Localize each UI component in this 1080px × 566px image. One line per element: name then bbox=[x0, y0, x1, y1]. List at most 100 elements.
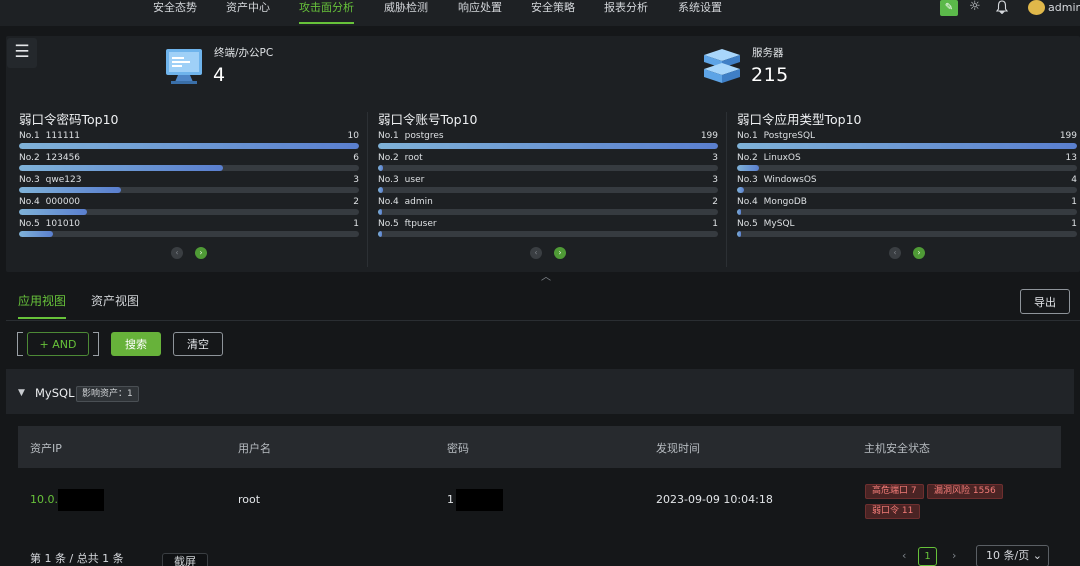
rank-label: No.2 LinuxOS bbox=[737, 152, 801, 164]
rank-count: 3 bbox=[353, 175, 359, 185]
screenshot-button[interactable]: 截屏 bbox=[162, 553, 208, 566]
group-header[interactable] bbox=[6, 369, 1074, 414]
clear-button[interactable]: 清空 bbox=[173, 332, 223, 356]
rank-row[interactable]: No.1 postgres 199 bbox=[378, 130, 718, 152]
rank-row[interactable]: No.4 MongoDB 1 bbox=[737, 196, 1077, 218]
rank-row[interactable]: No.2 123456 6 bbox=[19, 152, 359, 174]
rank-row[interactable]: No.5 101010 1 bbox=[19, 218, 359, 240]
rank-row[interactable]: No.5 ftpuser 1 bbox=[378, 218, 718, 240]
rank-number: No.5 bbox=[737, 219, 758, 229]
password-cell: 1 bbox=[447, 493, 454, 506]
weak-password-tag[interactable]: 弱口令 11 bbox=[865, 504, 921, 519]
rank-row[interactable]: No.3 user 3 bbox=[378, 174, 718, 196]
rank-name: root bbox=[404, 153, 423, 163]
add-and-condition-button[interactable]: + AND bbox=[27, 332, 89, 356]
rank-number: No.3 bbox=[378, 175, 399, 185]
progress-bar-fill bbox=[737, 231, 742, 237]
weak-app-type-top10: 弱口令应用类型Top10 No.1 PostgreSQL 199 No.2 LinuxO… bbox=[737, 112, 1077, 240]
rank-name: WindowsOS bbox=[763, 175, 817, 185]
progress-bar-fill bbox=[378, 143, 718, 149]
rank-number: No.3 bbox=[19, 175, 40, 185]
server-icon bbox=[700, 47, 744, 90]
vulnerability-risk-tag[interactable]: 漏洞风险 1556 bbox=[927, 484, 1003, 499]
next-page-icon[interactable]: › bbox=[195, 247, 207, 259]
tab-application-view[interactable]: 应用视图 bbox=[18, 293, 66, 309]
rank-row[interactable]: No.5 MySQL 1 bbox=[737, 218, 1077, 240]
rank-row[interactable]: No.3 WindowsOS 4 bbox=[737, 174, 1077, 196]
rank-count: 2 bbox=[353, 197, 359, 207]
rank-number: No.2 bbox=[737, 153, 758, 163]
rank-row[interactable]: No.4 admin 2 bbox=[378, 196, 718, 218]
chevron-up-icon[interactable]: ︿ bbox=[541, 268, 551, 283]
progress-bar-track bbox=[378, 187, 718, 193]
progress-bar-track bbox=[19, 165, 359, 171]
rank-count: 199 bbox=[1059, 131, 1077, 141]
rank-name: qwe123 bbox=[45, 175, 82, 185]
group-name: MySQL bbox=[35, 386, 75, 400]
nav-item-asset-center[interactable]: 资产中心 bbox=[226, 0, 270, 24]
rank-row[interactable]: No.1 PostgreSQL 199 bbox=[737, 130, 1077, 152]
rank-row[interactable]: No.2 LinuxOS 13 bbox=[737, 152, 1077, 174]
username-cell: root bbox=[238, 493, 261, 506]
panel-title: 弱口令密码Top10 bbox=[19, 112, 119, 127]
export-button[interactable]: 导出 bbox=[1020, 289, 1070, 314]
bell-icon[interactable] bbox=[995, 0, 1009, 18]
prev-page-icon[interactable]: ‹ bbox=[171, 247, 183, 259]
pagination-current-page[interactable]: 1 bbox=[918, 547, 937, 566]
search-button[interactable]: 搜索 bbox=[111, 332, 161, 356]
caret-down-icon[interactable]: ▼ bbox=[18, 388, 25, 398]
pagination-prev[interactable]: ‹ bbox=[902, 549, 906, 562]
top-navigation: 安全态势 资产中心 攻击面分析 威胁检测 响应处置 安全策略 报表分析 系统设置… bbox=[0, 0, 1080, 26]
user-name[interactable]: admin bbox=[1048, 0, 1080, 15]
nav-item-attack-surface[interactable]: 攻击面分析 bbox=[299, 0, 354, 24]
filter-bracket-right bbox=[93, 332, 99, 356]
menu-icon[interactable]: ☰ bbox=[7, 38, 37, 68]
progress-bar-fill bbox=[19, 209, 87, 215]
panel-title: 弱口令应用类型Top10 bbox=[737, 112, 862, 127]
rank-name: user bbox=[404, 175, 425, 185]
monitor-icon bbox=[163, 46, 205, 89]
rank-label: No.5 101010 bbox=[19, 218, 80, 230]
nav-item-security-posture[interactable]: 安全态势 bbox=[153, 0, 197, 24]
rank-count: 10 bbox=[347, 131, 359, 141]
rank-label: No.3 WindowsOS bbox=[737, 174, 817, 186]
page-size-select[interactable]: 10 条/页 ⌄ bbox=[976, 545, 1049, 566]
high-risk-port-tag[interactable]: 高危端口 7 bbox=[865, 484, 924, 499]
pagination-next[interactable]: › bbox=[952, 549, 956, 562]
rank-count: 1 bbox=[712, 219, 718, 229]
nav-item-response[interactable]: 响应处置 bbox=[458, 0, 502, 24]
nav-item-security-policy[interactable]: 安全策略 bbox=[531, 0, 575, 24]
rank-name: ftpuser bbox=[404, 219, 437, 229]
rank-number: No.3 bbox=[737, 175, 758, 185]
rank-row[interactable]: No.1 111111 10 bbox=[19, 130, 359, 152]
avatar[interactable] bbox=[1028, 0, 1045, 15]
progress-bar-track bbox=[737, 231, 1077, 237]
sun-icon[interactable]: ☼ bbox=[969, 0, 981, 14]
next-page-icon[interactable]: › bbox=[913, 247, 925, 259]
rank-number: No.2 bbox=[19, 153, 40, 163]
progress-bar-fill bbox=[19, 187, 121, 193]
rank-number: No.1 bbox=[19, 131, 40, 141]
asset-ip-link[interactable]: 10.0. bbox=[30, 493, 58, 506]
rank-row[interactable]: No.2 root 3 bbox=[378, 152, 718, 174]
tab-asset-view[interactable]: 资产视图 bbox=[91, 293, 139, 309]
progress-bar-track bbox=[737, 187, 1077, 193]
progress-bar-track bbox=[737, 165, 1077, 171]
panel-title: 弱口令账号Top10 bbox=[378, 112, 478, 127]
nav-item-report-analysis[interactable]: 报表分析 bbox=[604, 0, 648, 24]
prev-page-icon[interactable]: ‹ bbox=[889, 247, 901, 259]
nav-item-system-settings[interactable]: 系统设置 bbox=[678, 0, 722, 24]
nav-item-threat-detection[interactable]: 威胁检测 bbox=[384, 0, 428, 24]
rank-count: 13 bbox=[1065, 153, 1077, 163]
rank-name: admin bbox=[404, 197, 433, 207]
progress-bar-fill bbox=[378, 231, 383, 237]
next-page-icon[interactable]: › bbox=[554, 247, 566, 259]
progress-bar-fill bbox=[378, 187, 384, 193]
progress-bar-track bbox=[19, 209, 359, 215]
progress-bar-track bbox=[378, 209, 718, 215]
edit-icon[interactable]: ✎ bbox=[940, 0, 958, 16]
column-header-ip: 资产IP bbox=[30, 442, 62, 455]
rank-row[interactable]: No.3 qwe123 3 bbox=[19, 174, 359, 196]
prev-page-icon[interactable]: ‹ bbox=[530, 247, 542, 259]
rank-row[interactable]: No.4 000000 2 bbox=[19, 196, 359, 218]
